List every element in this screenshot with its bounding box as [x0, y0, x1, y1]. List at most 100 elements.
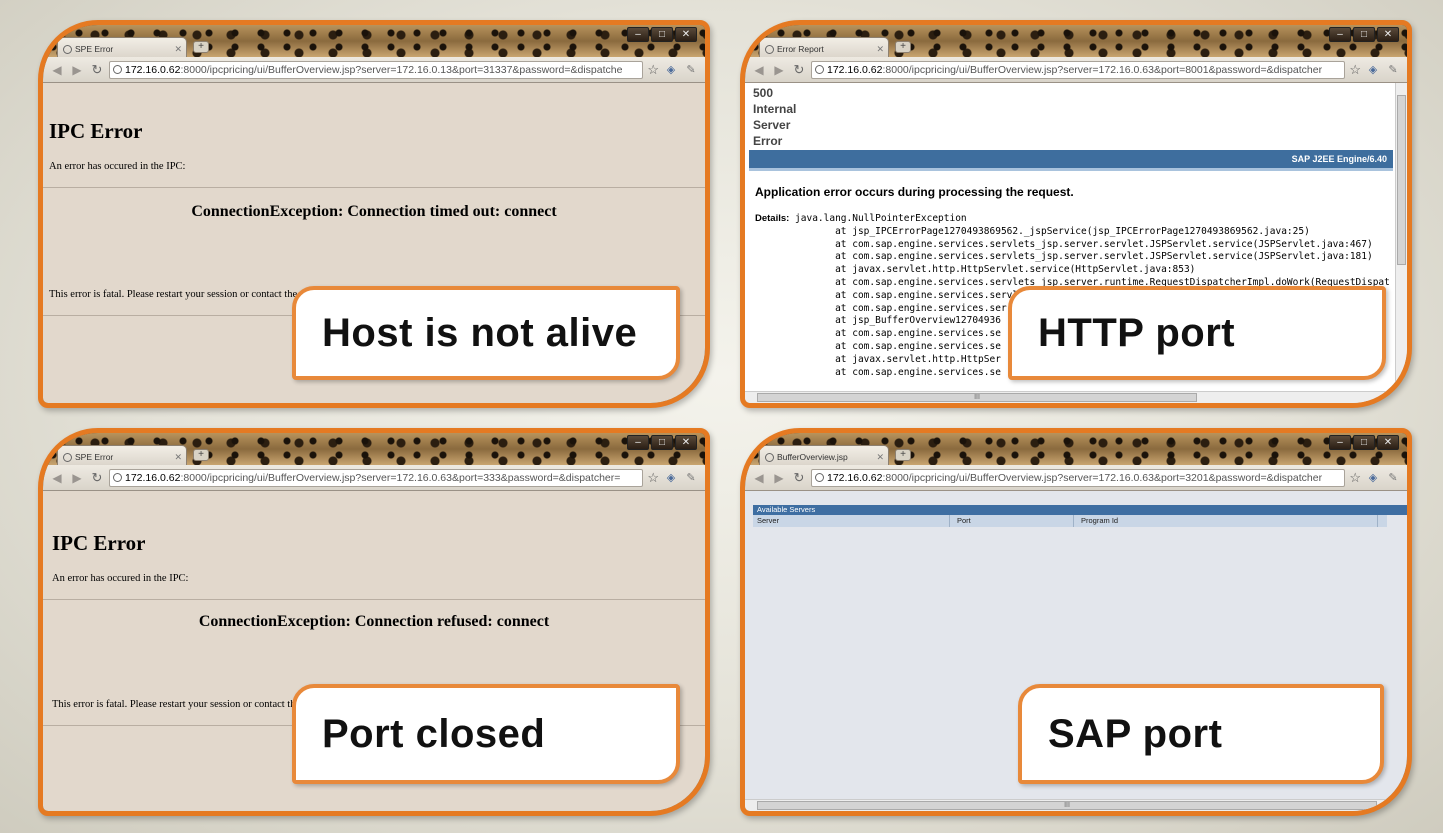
url-path: :8000/ipcpricing/ui/BufferOverview.jsp?s…: [882, 63, 1323, 76]
wrench-icon[interactable]: ✎: [683, 63, 699, 76]
arrow-left-icon[interactable]: ◀: [751, 63, 767, 77]
scroll-thumb[interactable]: III: [757, 801, 1377, 810]
wrench-icon[interactable]: ✎: [1385, 471, 1401, 484]
star-icon[interactable]: ☆: [1349, 470, 1361, 486]
new-tab-button[interactable]: +: [193, 41, 209, 53]
arrow-left-icon[interactable]: ◀: [49, 471, 65, 485]
arrow-left-icon[interactable]: ◀: [49, 63, 65, 77]
close-tab-icon[interactable]: ✕: [174, 452, 182, 463]
url-path: :8000/ipcpricing/ui/BufferOverview.jsp?s…: [180, 63, 623, 76]
maximize-button[interactable]: □: [651, 27, 673, 42]
arrow-right-icon[interactable]: ▶: [771, 63, 787, 77]
wrench-icon[interactable]: ✎: [683, 471, 699, 484]
wrench-icon[interactable]: ✎: [1385, 63, 1401, 76]
url-path: :8000/ipcpricing/ui/BufferOverview.jsp?s…: [882, 471, 1323, 484]
browser-tab[interactable]: SPE Error ✕: [57, 445, 187, 465]
browser-toolbar: ◀ ▶ ↻ 172.16.0.62:8000/ipcpricing/ui/Buf…: [745, 57, 1407, 83]
arrow-right-icon[interactable]: ▶: [771, 471, 787, 485]
vertical-scrollbar[interactable]: [1395, 83, 1407, 391]
minimize-button[interactable]: –: [1329, 27, 1351, 42]
tab-title: Error Report: [777, 44, 824, 54]
page-title: IPC Error: [49, 119, 143, 143]
browser-tab[interactable]: BufferOverview.jsp ✕: [759, 445, 889, 465]
exception-text: ConnectionException: Connection refused:…: [198, 613, 550, 630]
callout-port-closed: Port closed: [292, 684, 680, 784]
tab-title: SPE Error: [75, 44, 114, 54]
browser-toolbar: ◀ ▶ ↻ 172.16.0.62:8000/ipcpricing/ui/Buf…: [745, 465, 1407, 491]
maximize-button[interactable]: □: [1353, 435, 1375, 450]
reload-icon[interactable]: ↻: [791, 62, 807, 78]
extension-icon[interactable]: ◈: [1365, 63, 1381, 76]
arrow-left-icon[interactable]: ◀: [751, 471, 767, 485]
error-message: An error has occured in the IPC:: [52, 573, 189, 584]
url-host: 172.16.0.62: [125, 63, 181, 76]
table-title: Available Servers: [753, 505, 1407, 515]
close-window-button[interactable]: ✕: [675, 27, 697, 42]
tab-title: SPE Error: [75, 452, 114, 462]
maximize-button[interactable]: □: [651, 435, 673, 450]
star-icon[interactable]: ☆: [1349, 62, 1361, 78]
callout-http-port: HTTP port: [1008, 286, 1386, 380]
title-bar: SPE Error ✕ + – □ ✕: [43, 433, 705, 465]
star-icon[interactable]: ☆: [647, 62, 659, 78]
column-divider: [1377, 515, 1378, 527]
http-status: 500 Internal Server Error: [753, 86, 797, 148]
site-info-icon[interactable]: [815, 65, 824, 74]
page-icon: [765, 452, 774, 462]
url-host: 172.16.0.62: [827, 63, 883, 76]
horizontal-scrollbar[interactable]: III: [745, 391, 1407, 403]
fatal-message: This error is fatal. Please restart your…: [52, 699, 296, 710]
page-icon: [63, 44, 72, 54]
star-icon[interactable]: ☆: [647, 470, 659, 486]
address-bar[interactable]: 172.16.0.62:8000/ipcpricing/ui/BufferOve…: [811, 468, 1346, 487]
close-tab-icon[interactable]: ✕: [174, 44, 182, 55]
page-icon: [765, 44, 774, 54]
arrow-right-icon[interactable]: ▶: [69, 63, 85, 77]
address-bar[interactable]: 172.16.0.62:8000/ipcpricing/ui/BufferOve…: [811, 60, 1346, 79]
browser-toolbar: ◀ ▶ ↻ 172.16.0.62:8000/ipcpricing/ui/Buf…: [43, 57, 705, 83]
browser-tab[interactable]: Error Report ✕: [759, 37, 889, 57]
new-tab-button[interactable]: +: [193, 449, 209, 461]
address-bar[interactable]: 172.16.0.62:8000/ipcpricing/ui/BufferOve…: [109, 60, 644, 79]
site-info-icon[interactable]: [113, 473, 122, 482]
page-icon: [63, 452, 72, 462]
scroll-thumb[interactable]: [1397, 95, 1406, 265]
engine-banner: SAP J2EE Engine/6.40: [749, 150, 1393, 168]
close-window-button[interactable]: ✕: [675, 435, 697, 450]
minimize-button[interactable]: –: [627, 27, 649, 42]
reload-icon[interactable]: ↻: [89, 62, 105, 78]
browser-toolbar: ◀ ▶ ↻ 172.16.0.62:8000/ipcpricing/ui/Buf…: [43, 465, 705, 491]
site-info-icon[interactable]: [815, 473, 824, 482]
extension-icon[interactable]: ◈: [663, 471, 679, 484]
url-host: 172.16.0.62: [827, 471, 883, 484]
maximize-button[interactable]: □: [1353, 27, 1375, 42]
divider: [43, 187, 705, 188]
horizontal-scrollbar[interactable]: III: [745, 799, 1407, 811]
close-tab-icon[interactable]: ✕: [876, 44, 884, 55]
arrow-right-icon[interactable]: ▶: [69, 471, 85, 485]
close-window-button[interactable]: ✕: [1377, 435, 1399, 450]
minimize-button[interactable]: –: [1329, 435, 1351, 450]
column-divider: [1073, 515, 1074, 527]
callout-sap-port: SAP port: [1018, 684, 1384, 784]
close-tab-icon[interactable]: ✕: [876, 452, 884, 463]
banner-underline: [749, 168, 1393, 171]
extension-icon[interactable]: ◈: [1365, 471, 1381, 484]
column-divider: [949, 515, 950, 527]
address-bar[interactable]: 172.16.0.62:8000/ipcpricing/ui/BufferOve…: [109, 468, 644, 487]
new-tab-button[interactable]: +: [895, 41, 911, 53]
close-window-button[interactable]: ✕: [1377, 27, 1399, 42]
callout-host-not-alive: Host is not alive: [292, 286, 680, 380]
browser-tab[interactable]: SPE Error ✕: [57, 37, 187, 57]
site-info-icon[interactable]: [113, 65, 122, 74]
title-bar: SPE Error ✕ + – □ ✕: [43, 25, 705, 57]
reload-icon[interactable]: ↻: [89, 470, 105, 486]
minimize-button[interactable]: –: [627, 435, 649, 450]
scroll-thumb[interactable]: III: [757, 393, 1197, 402]
new-tab-button[interactable]: +: [895, 449, 911, 461]
extension-icon[interactable]: ◈: [663, 63, 679, 76]
reload-icon[interactable]: ↻: [791, 470, 807, 486]
url-host: 172.16.0.62: [125, 471, 181, 484]
table-header: Server Port Program Id: [753, 515, 1387, 527]
application-error: Application error occurs during processi…: [755, 185, 1074, 199]
